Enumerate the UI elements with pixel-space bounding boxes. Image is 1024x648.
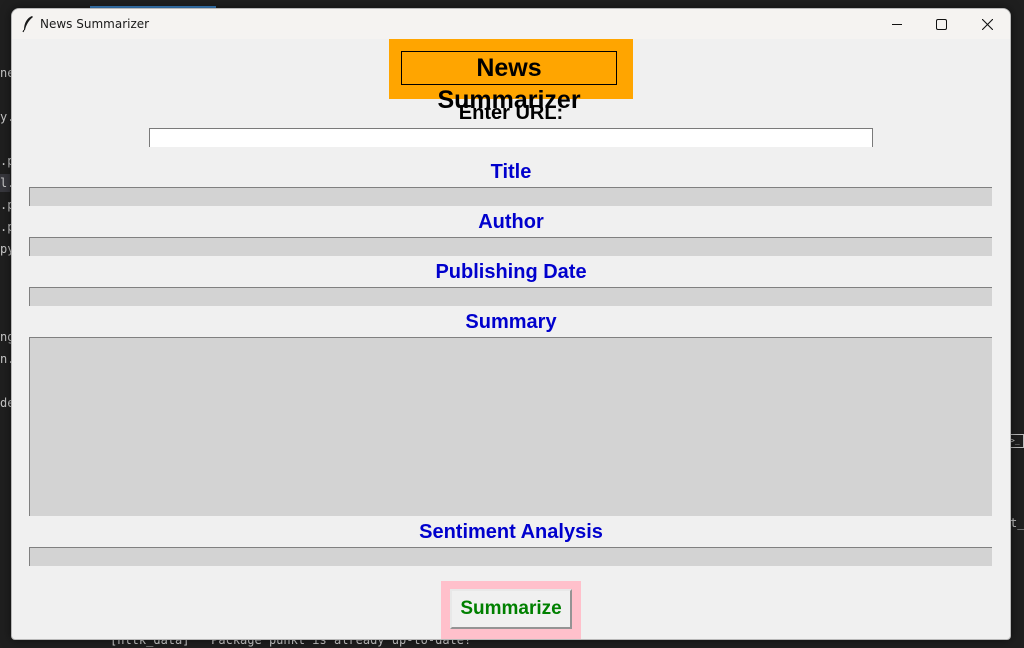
sentiment-analysis-label: Sentiment Analysis bbox=[419, 521, 603, 543]
publishing-date-label: Publishing Date bbox=[435, 261, 587, 283]
minimize-button[interactable] bbox=[874, 9, 920, 39]
summary-label: Summary bbox=[465, 311, 557, 333]
url-input[interactable] bbox=[149, 128, 873, 147]
maximize-icon bbox=[935, 18, 947, 30]
terminal-icon[interactable]: >_ bbox=[1009, 434, 1024, 448]
publishing-date-field[interactable] bbox=[29, 287, 992, 306]
close-button[interactable] bbox=[964, 9, 1010, 39]
url-label: Enter URL: bbox=[458, 102, 564, 124]
summarize-button-frame: Summarize bbox=[441, 581, 581, 639]
app-heading: News Summarizer bbox=[401, 51, 617, 114]
app-window: News Summarizer News Summarizer Enter UR… bbox=[11, 8, 1011, 640]
summarize-button[interactable]: Summarize bbox=[450, 589, 572, 629]
minimize-icon bbox=[891, 23, 902, 25]
summary-textbox[interactable] bbox=[29, 337, 992, 516]
maximize-button[interactable] bbox=[918, 9, 964, 39]
header-banner: News Summarizer bbox=[389, 39, 633, 114]
title-field[interactable] bbox=[29, 187, 992, 206]
author-field[interactable] bbox=[29, 237, 992, 256]
author-label: Author bbox=[478, 211, 544, 233]
sentiment-analysis-field[interactable] bbox=[29, 547, 992, 566]
title-bar[interactable]: News Summarizer bbox=[12, 9, 1010, 39]
window-title: News Summarizer bbox=[40, 17, 150, 31]
title-label: Title bbox=[490, 161, 532, 183]
feather-icon bbox=[22, 16, 33, 33]
editor-text-fragment: t_c bbox=[1010, 516, 1024, 530]
close-icon bbox=[981, 18, 993, 30]
